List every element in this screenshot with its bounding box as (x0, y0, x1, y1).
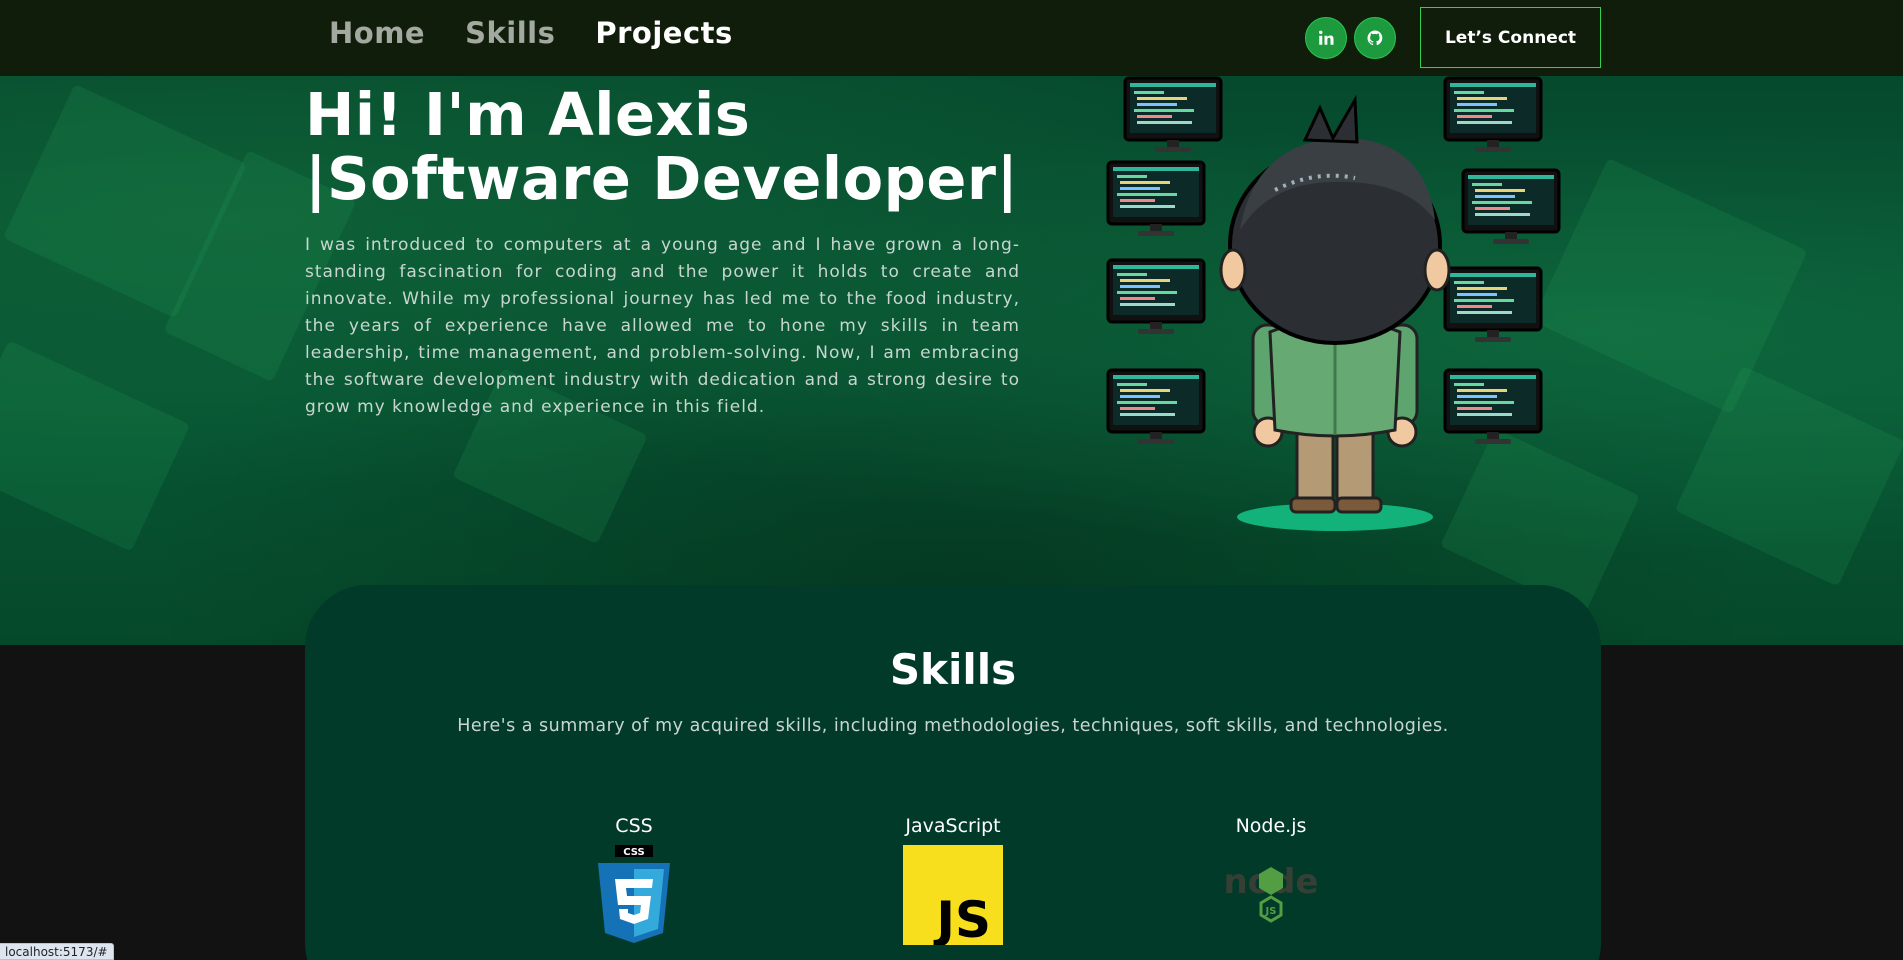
background-shape (1532, 157, 1808, 415)
skill-item-nodejs: Node.js node JS (1171, 815, 1371, 945)
javascript-logo-icon: JS (903, 845, 1003, 945)
navbar: Home Skills Projects Let’s Connect (0, 0, 1903, 76)
nav-link-projects[interactable]: Projects (595, 16, 732, 50)
linkedin-icon (1319, 30, 1334, 45)
hero-title-role: |Software Developer| (305, 144, 1019, 213)
hero-title: Hi! I'm Alexis |Software Developer| (305, 83, 1025, 211)
skill-item-css: CSS CSS (534, 815, 734, 945)
skill-name: Node.js (1235, 815, 1307, 837)
social-links (1305, 17, 1396, 59)
skills-title: Skills (889, 645, 1017, 694)
github-button[interactable] (1354, 17, 1396, 59)
lets-connect-button[interactable]: Let’s Connect (1420, 7, 1601, 68)
github-icon (1367, 30, 1383, 46)
hero-title-greeting: Hi! I'm Alexis (305, 80, 751, 149)
nav-link-home[interactable]: Home (329, 16, 425, 50)
background-shape (0, 340, 191, 552)
svg-text:JS: JS (1265, 906, 1277, 917)
developer-illustration (1106, 76, 1561, 531)
skill-name: JavaScript (905, 815, 1001, 837)
skills-section: Skills Here's a summary of my acquired s… (305, 585, 1601, 960)
nodejs-logo-icon: node JS (1224, 862, 1318, 923)
status-bar-url: localhost:5173/# (0, 943, 114, 960)
nav-link-skills[interactable]: Skills (465, 16, 555, 50)
skill-name: CSS (615, 815, 653, 837)
skill-item-javascript: JavaScript JS (853, 815, 1053, 945)
svg-text:CSS: CSS (623, 847, 644, 858)
hero-banner: Hi! I'm Alexis |Software Developer| I wa… (0, 76, 1903, 645)
skills-subtitle: Here's a summary of my acquired skills, … (457, 716, 1449, 736)
css3-logo-icon: CSS (598, 845, 670, 943)
hero-description: I was introduced to computers at a young… (305, 235, 1020, 417)
nav-links: Home Skills Projects (329, 16, 733, 50)
linkedin-button[interactable] (1305, 17, 1347, 59)
svg-text:JS: JS (933, 891, 991, 945)
